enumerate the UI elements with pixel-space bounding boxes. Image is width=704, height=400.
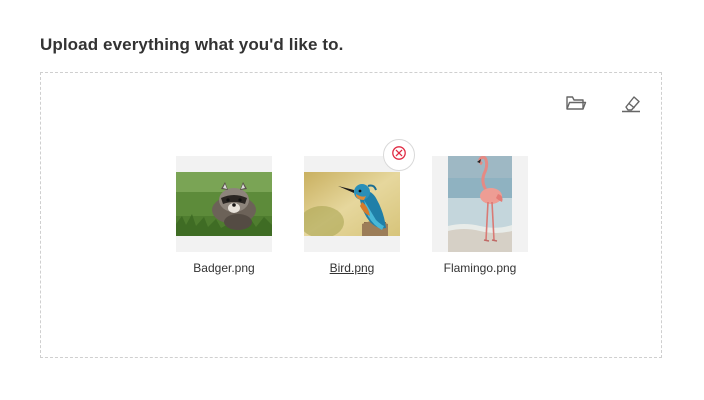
flamingo-photo xyxy=(448,156,512,252)
clear-files-button[interactable] xyxy=(617,91,645,119)
eraser-icon xyxy=(620,93,642,118)
file-list: Badger.png Bird.png Flamingo.png xyxy=(176,139,528,275)
upload-page: Upload everything what you'd like to. Ba… xyxy=(0,0,704,400)
badger-photo xyxy=(176,172,272,236)
file-thumbnail[interactable] xyxy=(432,156,528,252)
file-name[interactable]: Flamingo.png xyxy=(444,261,517,275)
file-thumbnail[interactable] xyxy=(304,156,400,252)
file-thumbnail[interactable] xyxy=(176,156,272,252)
kingfisher-photo xyxy=(304,172,400,236)
upload-dropzone[interactable]: Badger.png Bird.png Flamingo.png xyxy=(40,72,662,358)
file-item[interactable]: Badger.png xyxy=(176,156,272,275)
file-name[interactable]: Badger.png xyxy=(193,261,254,275)
file-item[interactable]: Bird.png xyxy=(304,139,415,275)
close-icon xyxy=(392,145,406,165)
open-files-button[interactable] xyxy=(562,91,590,119)
page-title: Upload everything what you'd like to. xyxy=(40,35,344,54)
file-item[interactable]: Flamingo.png xyxy=(432,156,528,275)
file-name[interactable]: Bird.png xyxy=(330,261,375,275)
folder-open-icon xyxy=(565,93,587,118)
remove-file-button[interactable] xyxy=(383,139,415,171)
